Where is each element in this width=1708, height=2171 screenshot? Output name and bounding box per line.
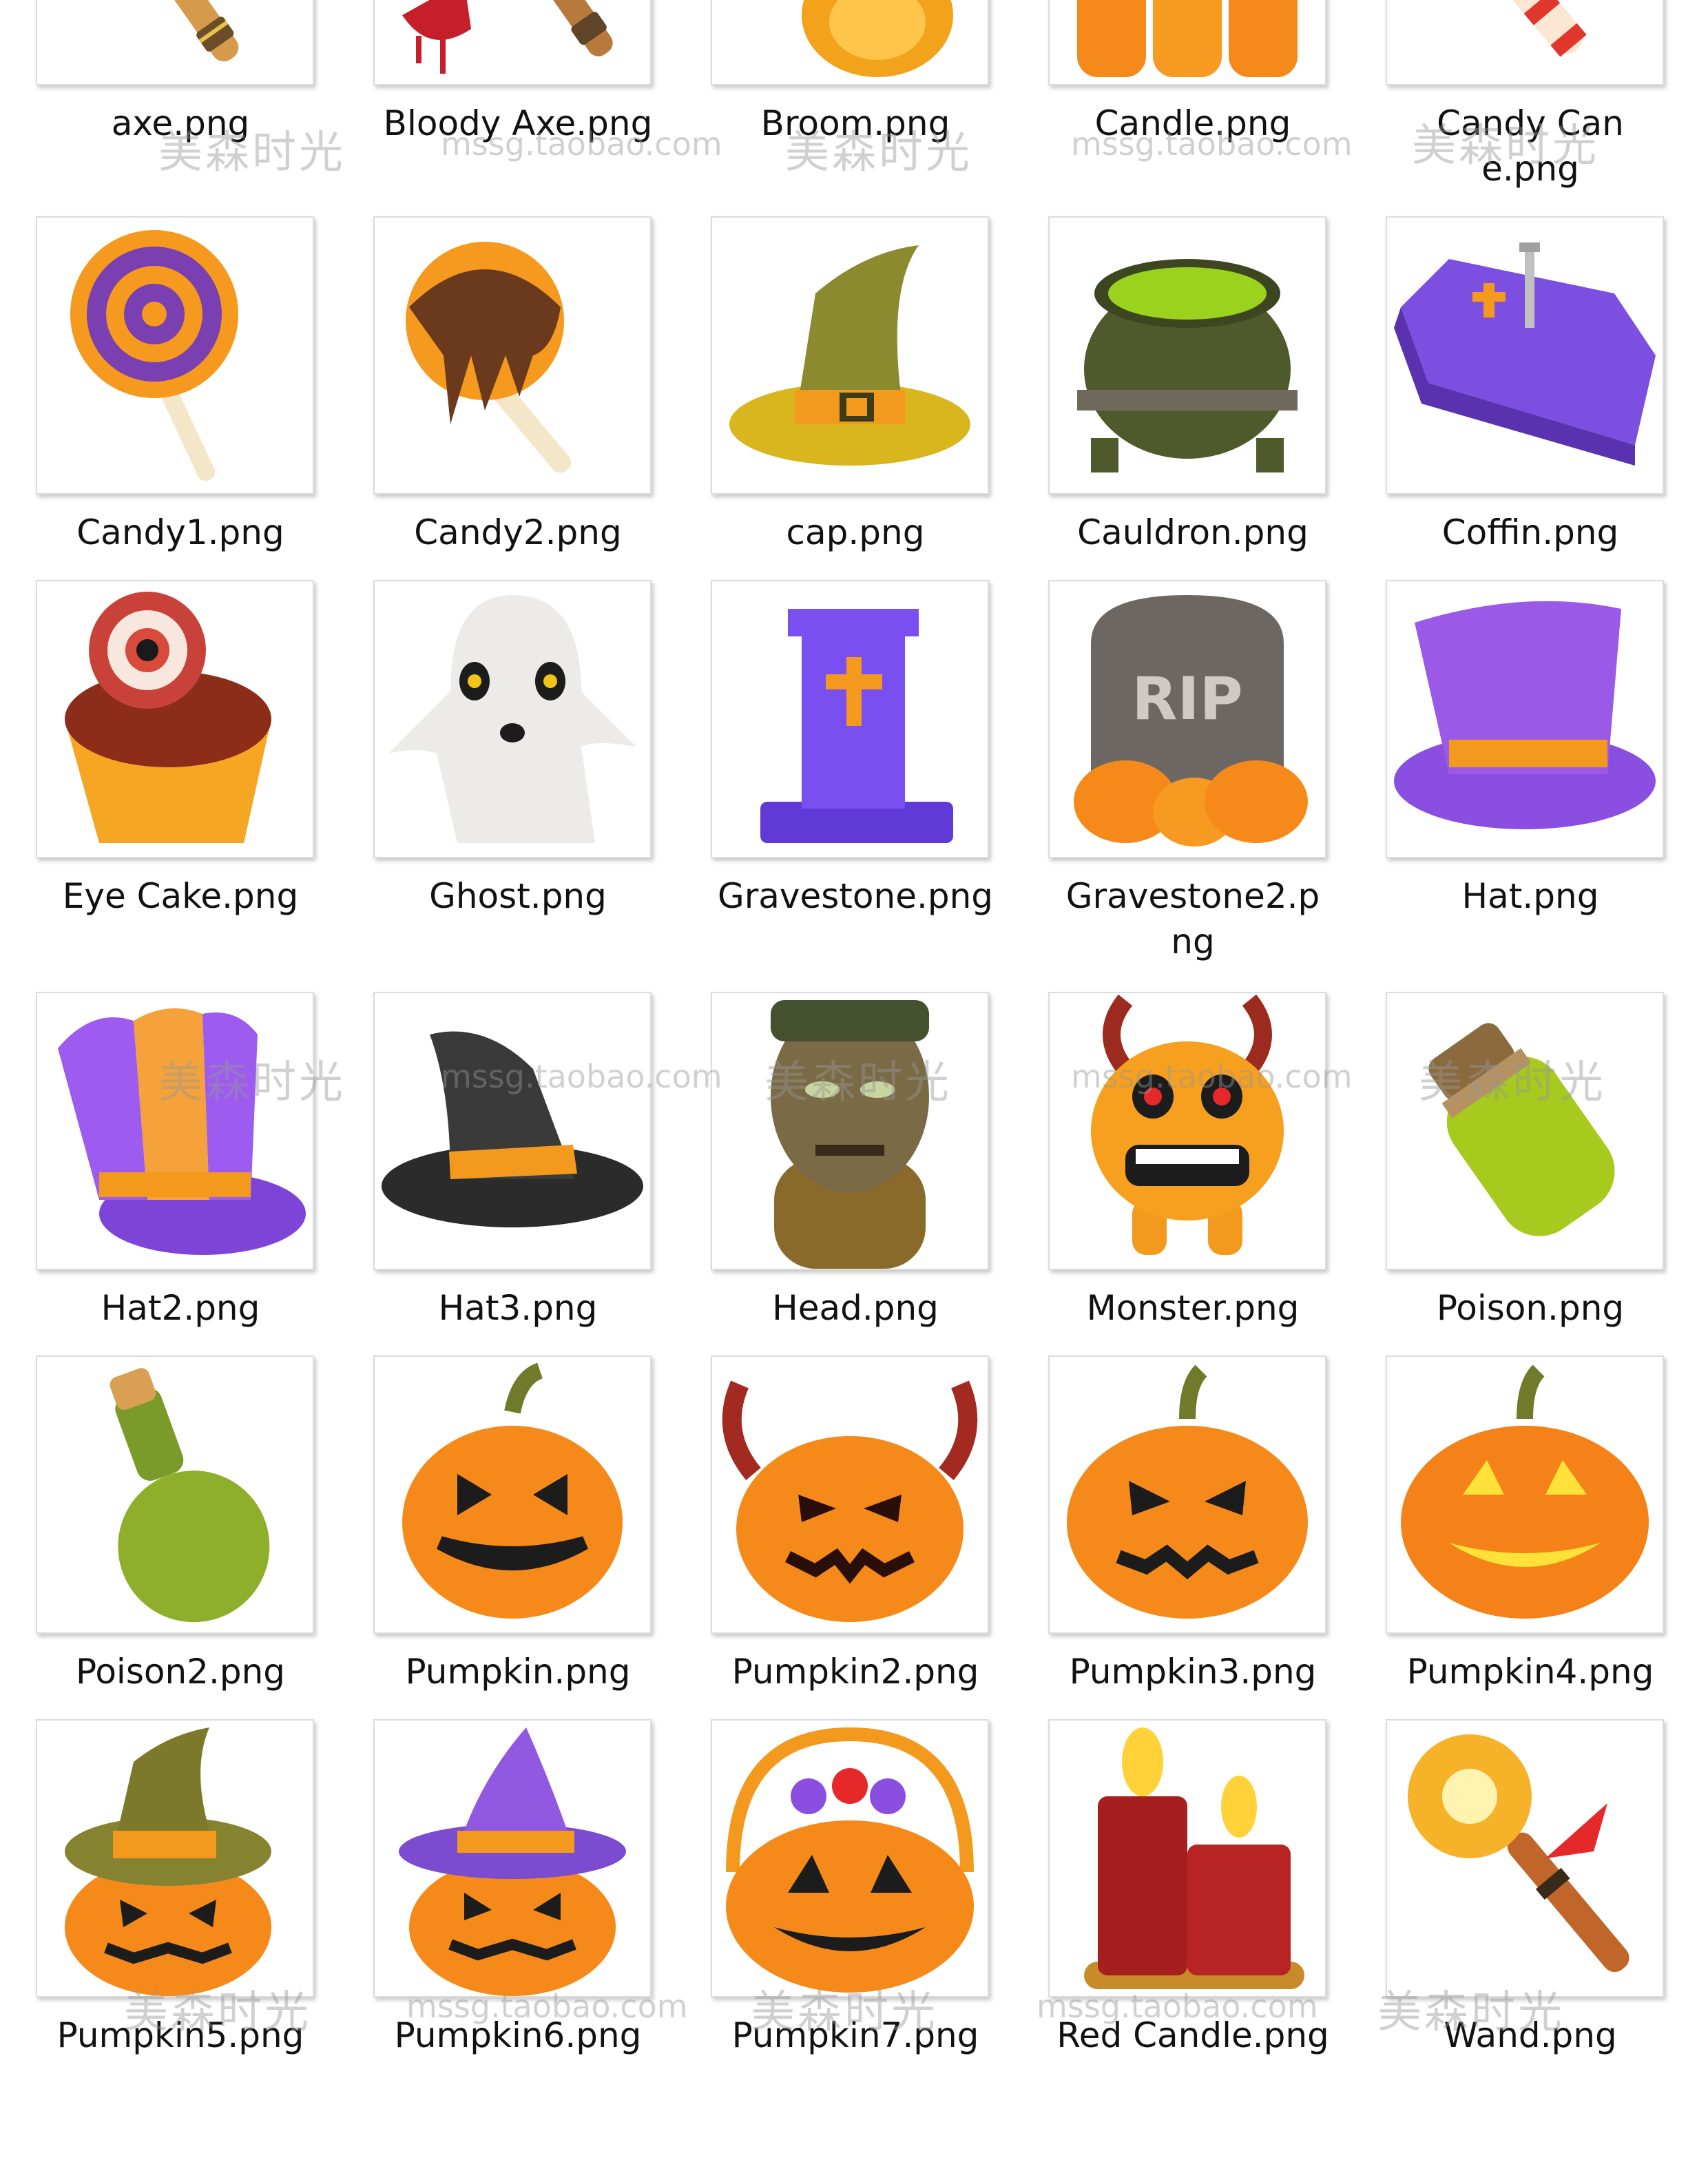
candle-icon: [1048, 0, 1326, 85]
ghost-icon: [373, 580, 652, 858]
glowing-pumpkin-icon: [1386, 1355, 1664, 1634]
top-hat-icon: [1386, 580, 1664, 858]
lollipop-icon: [36, 216, 314, 495]
svg-text:RIP: RIP: [1132, 665, 1242, 734]
file-name-label: Pumpkin4.png: [1406, 1652, 1654, 1692]
file-name-label: Pumpkin3.png: [1069, 1652, 1317, 1692]
file-name-label: Pumpkin7.png: [731, 2015, 979, 2055]
red-candle-icon: [1048, 1719, 1326, 1997]
file-name-label: Monster.png: [1086, 1288, 1300, 1328]
pumpkin-basket-icon: [711, 1719, 989, 1997]
broom-icon: [711, 0, 989, 85]
file-name-label: Hat2.png: [101, 1288, 260, 1328]
file-name-label: Poison2.png: [75, 1652, 286, 1692]
witch-hat-icon: [373, 992, 652, 1270]
bloody-axe-icon: [373, 0, 652, 85]
file-name-label: Pumpkin2.png: [731, 1652, 979, 1692]
wand-icon: [1386, 1719, 1664, 1997]
pumpkin-witch-hat-icon: [373, 1719, 652, 1997]
file-name-label: Pumpkin.png: [405, 1652, 631, 1692]
file-name-label: Gravestone2.png: [1065, 876, 1320, 962]
file-icon-grid: axe.png Bloody Axe.png Broom.png Candle.…: [0, 0, 1708, 2171]
file-name-label: Gravestone.png: [717, 876, 994, 916]
coffin-icon: [1386, 216, 1664, 495]
axe-icon: [36, 0, 314, 85]
file-name-label: Ghost.png: [429, 876, 607, 916]
file-name-label: Hat3.png: [438, 1288, 598, 1328]
pumpkin-witch-cap-icon: [36, 1719, 314, 1997]
file-name-label: cap.png: [786, 512, 925, 552]
file-name-label: Head.png: [772, 1288, 939, 1328]
file-name-label: Candle.png: [1094, 103, 1291, 143]
monster-icon: [1048, 992, 1326, 1270]
file-name-label: Cauldron.png: [1077, 512, 1309, 552]
poison-jar-icon: [1386, 992, 1664, 1270]
file-name-label: Wand.png: [1444, 2015, 1617, 2055]
cauldron-icon: [1048, 216, 1326, 495]
file-name-label: Poison.png: [1436, 1288, 1625, 1328]
file-name-label: Broom.png: [760, 103, 950, 143]
eye-cake-icon: [36, 580, 314, 858]
candy-apple-icon: [373, 216, 652, 495]
file-name-label: Hat.png: [1461, 876, 1599, 916]
gravestone-icon: [711, 580, 989, 858]
file-name-label: Red Candle.png: [1056, 2015, 1329, 2055]
witch-cap-icon: [711, 216, 989, 495]
file-name-label: Bloody Axe.png: [383, 103, 653, 143]
striped-hat-icon: [36, 992, 314, 1270]
pumpkin-icon: [373, 1355, 652, 1634]
poison-bottle-icon: [36, 1355, 314, 1634]
file-name-label: Candy2.png: [414, 512, 622, 552]
file-name-label: Candy1.png: [76, 512, 284, 552]
pumpkin-icon: [1048, 1355, 1326, 1634]
devil-pumpkin-icon: [711, 1355, 989, 1634]
file-name-label: Coffin.png: [1441, 512, 1619, 552]
file-name-label: axe.png: [111, 103, 250, 143]
file-name-label: Pumpkin5.png: [56, 2015, 304, 2055]
file-name-label: Candy Cane.png: [1437, 103, 1624, 189]
file-name-label: Pumpkin6.png: [394, 2015, 642, 2055]
file-name-label: Eye Cake.png: [62, 876, 299, 916]
candy-cane-icon: [1386, 0, 1664, 85]
monster-head-icon: [711, 992, 989, 1270]
rip-gravestone-icon: RIP: [1048, 580, 1326, 858]
